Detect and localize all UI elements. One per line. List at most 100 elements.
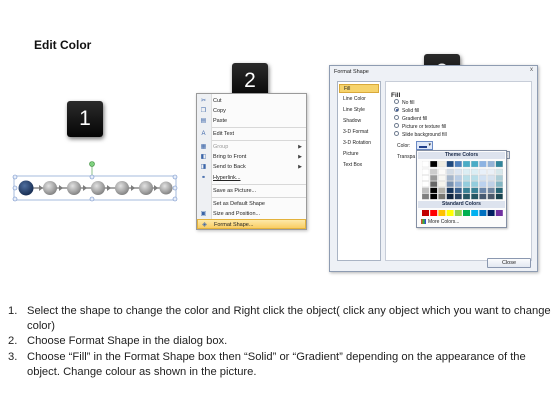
radio-button[interactable] bbox=[394, 123, 399, 129]
color-dropdown[interactable]: ▾ bbox=[416, 141, 433, 150]
rotation-handle bbox=[89, 161, 95, 167]
node bbox=[115, 181, 129, 195]
step-number: 2. bbox=[8, 335, 18, 348]
theme-color-swatch bbox=[430, 181, 438, 188]
radio-button[interactable] bbox=[394, 115, 399, 121]
theme-color-swatch bbox=[487, 161, 495, 168]
theme-color-swatch bbox=[446, 175, 454, 181]
category-picture[interactable]: Picture bbox=[339, 150, 379, 159]
menu-item-send-to-back[interactable]: ◨ Send to Back ▶ bbox=[197, 162, 306, 172]
category-shadow[interactable]: Shadow bbox=[339, 117, 379, 126]
color-label: Color: bbox=[397, 143, 411, 149]
edit-text-icon: A bbox=[201, 131, 206, 137]
resize-handle bbox=[12, 196, 18, 202]
fill-heading: Fill bbox=[391, 92, 401, 99]
category-line-style[interactable]: Line Style bbox=[339, 106, 379, 115]
radio-picture-fill[interactable]: Picture or texture fill bbox=[394, 123, 447, 131]
menu-item-size-position[interactable]: ▣ Size and Position... bbox=[197, 209, 306, 219]
menu-item-edit-text[interactable]: A Edit Text bbox=[197, 129, 306, 139]
radio-label: No fill bbox=[402, 100, 415, 106]
theme-color-swatch bbox=[495, 168, 503, 175]
theme-color-swatch bbox=[462, 187, 471, 194]
radio-gradient-fill[interactable]: Gradient fill bbox=[394, 115, 427, 123]
radio-solid-fill[interactable]: Solid fill bbox=[394, 107, 419, 115]
theme-color-grid[interactable] bbox=[422, 161, 504, 201]
category-fill[interactable]: Fill bbox=[339, 84, 379, 93]
theme-color-swatch bbox=[471, 181, 479, 188]
theme-color-swatch bbox=[430, 175, 438, 181]
standard-color-swatch bbox=[422, 210, 429, 216]
page-title: Edit Color bbox=[34, 38, 92, 52]
menu-item-label: Set as Default Shape bbox=[213, 201, 265, 207]
connector-arrow bbox=[107, 185, 111, 191]
chevron-down-icon: ▾ bbox=[428, 142, 431, 148]
format-shape-icon: ◈ bbox=[202, 222, 207, 228]
standard-color-swatch bbox=[463, 210, 470, 216]
theme-color-swatch bbox=[471, 193, 479, 200]
theme-color-swatch bbox=[454, 181, 462, 188]
close-icon[interactable]: x bbox=[530, 67, 533, 73]
standard-color-row[interactable] bbox=[422, 210, 504, 217]
category-line-color[interactable]: Line Color bbox=[339, 95, 379, 104]
menu-item-format-shape[interactable]: ◈ Format Shape... bbox=[197, 219, 306, 229]
radio-slide-background-fill[interactable]: Slide background fill bbox=[394, 131, 447, 139]
category-3d-format[interactable]: 3-D Format bbox=[339, 128, 379, 137]
menu-separator bbox=[212, 184, 306, 185]
menu-item-hyperlink[interactable]: ⚭ Hyperlink... bbox=[197, 173, 306, 183]
more-colors-link[interactable]: More Colors... bbox=[421, 219, 459, 225]
theme-color-swatch bbox=[471, 175, 479, 181]
menu-item-set-default-shape[interactable]: Set as Default Shape bbox=[197, 199, 306, 209]
menu-item-group[interactable]: ▦ Group ▶ bbox=[197, 142, 306, 152]
standard-color-swatch bbox=[438, 210, 446, 216]
theme-color-swatch bbox=[422, 181, 430, 188]
theme-color-swatch bbox=[462, 193, 471, 200]
radio-button[interactable] bbox=[394, 99, 399, 105]
theme-color-swatch bbox=[438, 193, 446, 200]
send-back-icon: ◨ bbox=[200, 164, 207, 170]
radio-button[interactable] bbox=[394, 131, 399, 137]
theme-color-swatch bbox=[446, 187, 454, 194]
transparency-label: Transpa bbox=[397, 154, 416, 160]
theme-color-swatch bbox=[446, 193, 454, 200]
copy-icon: ❐ bbox=[200, 108, 207, 114]
menu-item-label: Copy bbox=[213, 108, 226, 114]
theme-color-swatch bbox=[479, 168, 487, 175]
menu-item-save-as-picture[interactable]: Save as Picture... bbox=[197, 186, 306, 196]
theme-color-swatch bbox=[438, 187, 446, 194]
resize-handle bbox=[172, 185, 178, 191]
submenu-arrow-icon: ▶ bbox=[298, 144, 302, 150]
connector-arrow bbox=[131, 185, 135, 191]
menu-item-bring-to-front[interactable]: ◧ Bring to Front ▶ bbox=[197, 152, 306, 162]
theme-color-swatch bbox=[454, 193, 462, 200]
submenu-arrow-icon: ▶ bbox=[298, 154, 302, 160]
standard-color-swatch bbox=[487, 210, 495, 216]
resize-handle bbox=[172, 174, 178, 180]
menu-item-label: Size and Position... bbox=[213, 211, 261, 217]
theme-color-swatch bbox=[454, 187, 462, 194]
radio-no-fill[interactable]: No fill bbox=[394, 99, 415, 107]
menu-separator bbox=[212, 197, 306, 198]
theme-color-swatch bbox=[422, 175, 430, 181]
category-text-box[interactable]: Text Box bbox=[339, 161, 379, 170]
theme-color-swatch bbox=[495, 181, 503, 188]
theme-color-swatch bbox=[487, 168, 495, 175]
menu-item-cut[interactable]: ✂ Cut bbox=[197, 96, 306, 106]
theme-color-swatch bbox=[479, 193, 487, 200]
shape-strip[interactable] bbox=[10, 158, 180, 210]
theme-color-swatch bbox=[430, 187, 438, 194]
theme-color-swatch bbox=[479, 175, 487, 181]
context-menu: ✂ Cut ❐ Copy ▤ Paste A Edit Text ▦ Group… bbox=[196, 93, 307, 230]
menu-item-copy[interactable]: ❐ Copy bbox=[197, 106, 306, 116]
close-button[interactable]: Close bbox=[487, 258, 531, 268]
radio-label: Picture or texture fill bbox=[402, 124, 447, 130]
theme-color-swatch bbox=[487, 181, 495, 188]
instructions: 1. Select the shape to change the color … bbox=[8, 304, 552, 380]
theme-color-swatch bbox=[479, 181, 487, 188]
theme-color-swatch bbox=[471, 168, 479, 175]
size-position-icon: ▣ bbox=[200, 211, 207, 217]
menu-item-label: Save as Picture... bbox=[213, 188, 257, 194]
theme-color-swatch bbox=[471, 187, 479, 194]
menu-item-paste[interactable]: ▤ Paste bbox=[197, 116, 306, 126]
radio-button[interactable] bbox=[394, 107, 399, 113]
category-3d-rotation[interactable]: 3-D Rotation bbox=[339, 139, 379, 148]
